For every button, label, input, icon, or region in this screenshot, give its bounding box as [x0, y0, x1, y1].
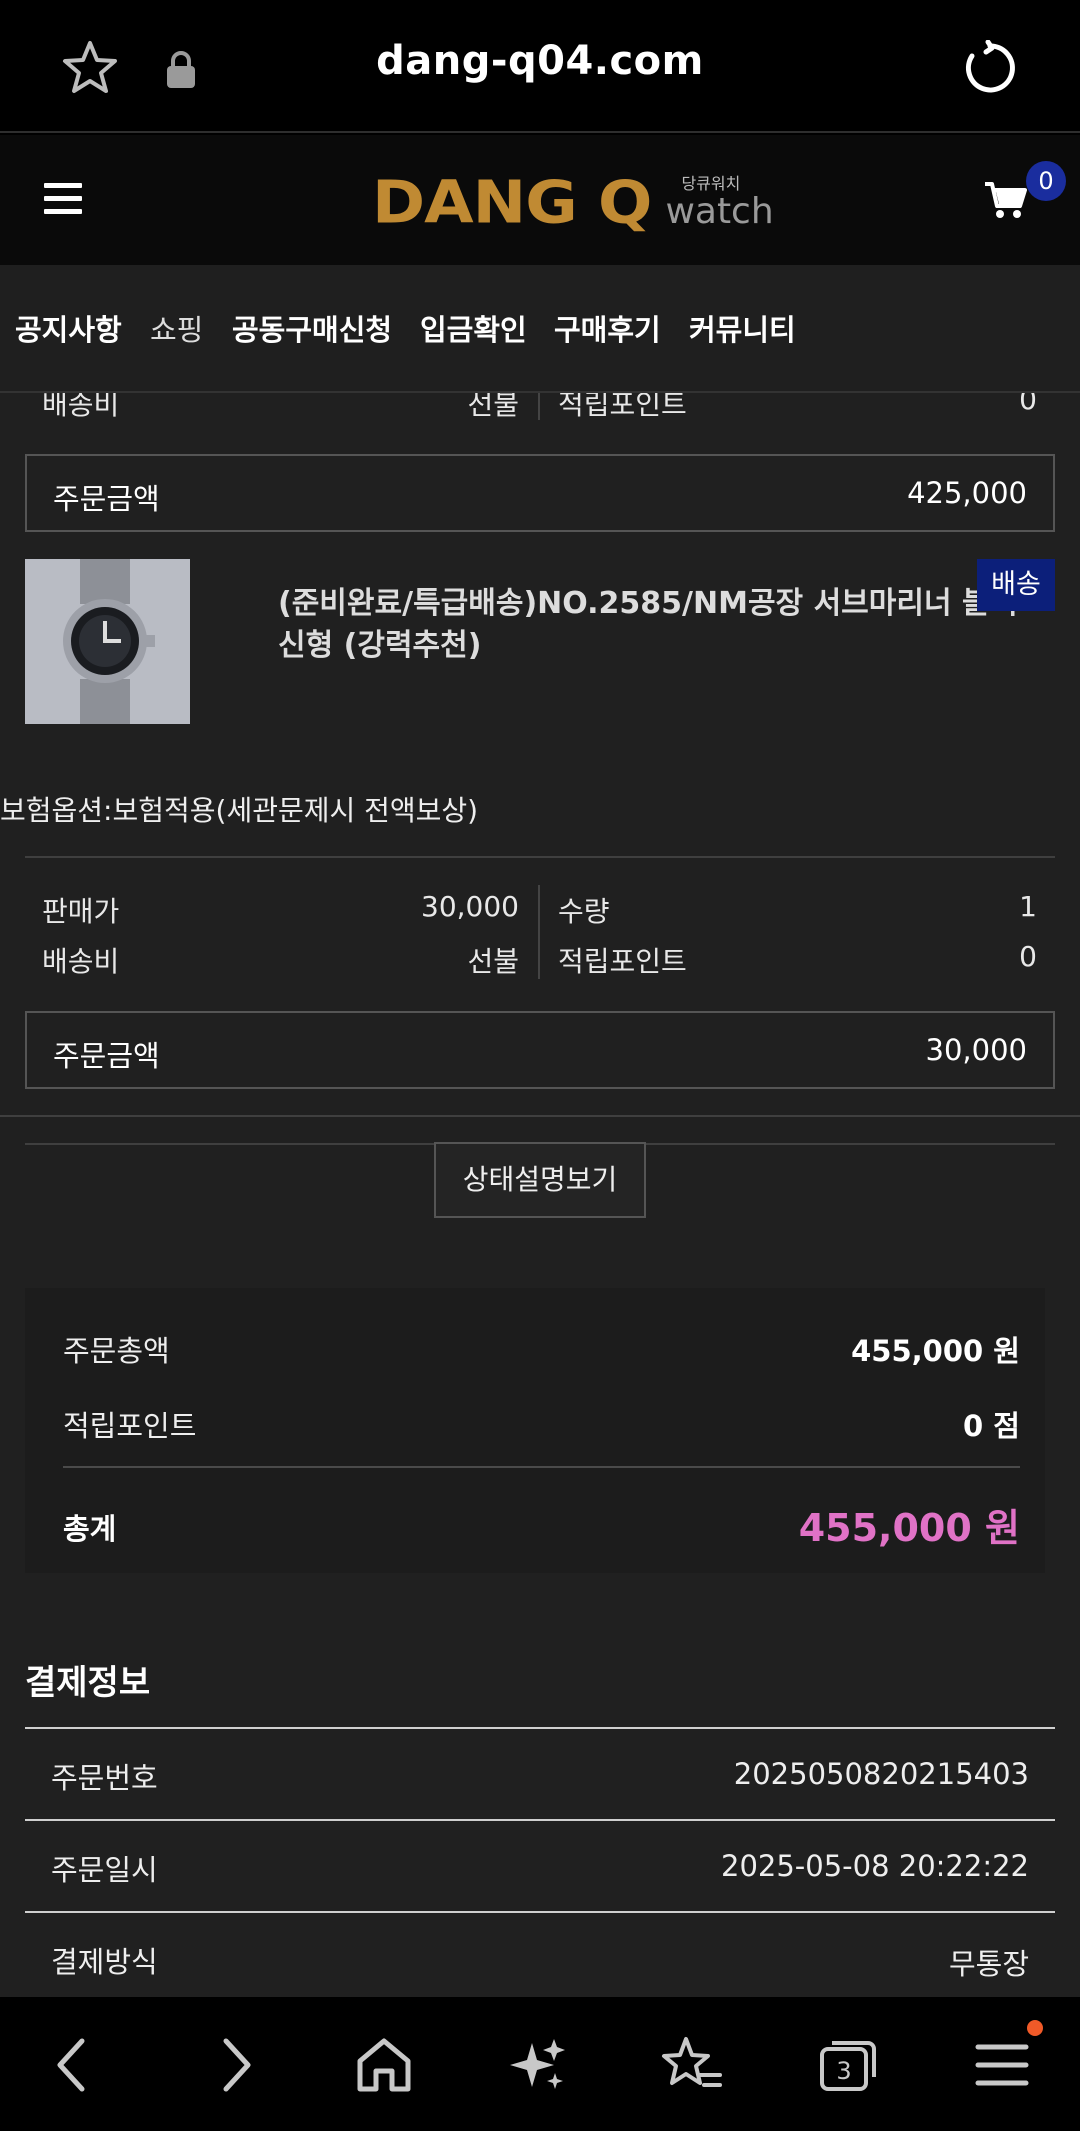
product-thumbnail[interactable]	[25, 559, 190, 724]
item1-order-amount-label: 주문금액	[53, 482, 160, 516]
payment-row-order-date: 주문일시 2025-05-08 20:22:22	[25, 1819, 1055, 1911]
payment-info-table: 주문번호 2025050820215403 주문일시 2025-05-08 20…	[25, 1727, 1055, 1997]
back-icon[interactable]	[42, 2033, 106, 2097]
payment-row-label: 주문일시	[51, 1853, 158, 1887]
payment-row-value: 2025-05-08 20:22:22	[721, 1849, 1029, 1883]
divider	[538, 393, 540, 420]
item2-price-label: 판매가	[42, 895, 120, 928]
order-detail-content: 배송비 선불 적립포인트 0 주문금액 425,000 (준비완료/특급배송)N…	[0, 393, 1080, 1997]
item2-qty-value: 1	[1019, 890, 1037, 923]
cart-count-badge: 0	[1026, 161, 1066, 201]
summary-points-value: 0 점	[963, 1409, 1020, 1443]
item2-qty-label: 수량	[558, 895, 610, 928]
divider	[25, 856, 1055, 858]
item1-order-amount-value: 425,000	[907, 476, 1027, 510]
nav-item-shopping[interactable]: 쇼핑	[150, 307, 203, 349]
item1-shipping-value: 선불	[467, 393, 519, 421]
main-nav: 공지사항 쇼핑 공동구매신청 입금확인 구매후기 커뮤니티	[0, 265, 1080, 393]
sparkle-icon[interactable]	[506, 2033, 570, 2097]
divider	[63, 1466, 1020, 1468]
insurance-option: 보험옵션:보험적용(세관문제시 전액보상)	[0, 794, 479, 827]
cart-icon[interactable]	[984, 180, 1028, 220]
item2-shipping-value: 선불	[467, 945, 519, 978]
item2-points-label: 적립포인트	[558, 945, 687, 978]
url-text[interactable]: dang-q04.com	[0, 38, 1080, 84]
nav-item-group-buy[interactable]: 공동구매신청	[232, 307, 392, 349]
item1-order-amount-box: 주문금액 425,000	[25, 454, 1055, 532]
shipping-badge: 배송	[977, 559, 1055, 611]
payment-row-value: 2025050820215403	[733, 1757, 1029, 1791]
item1-points-label: 적립포인트	[558, 393, 687, 421]
site-header: DANG Q 당큐워치 watch 0	[0, 135, 1080, 265]
order-summary: 주문총액 455,000 원 적립포인트 0 점 총계 455,000 원	[25, 1288, 1045, 1573]
divider	[0, 1115, 1080, 1117]
nav-item-notice[interactable]: 공지사항	[15, 307, 122, 349]
logo-sub-en: watch	[665, 191, 774, 232]
summary-points-label: 적립포인트	[63, 1409, 197, 1443]
notification-dot	[1027, 2020, 1043, 2036]
reload-icon[interactable]	[962, 40, 1018, 96]
item2-price-value: 30,000	[421, 890, 519, 923]
divider	[538, 885, 540, 979]
nav-item-reviews[interactable]: 구매후기	[554, 307, 661, 349]
status-description-button[interactable]: 상태설명보기	[434, 1142, 646, 1218]
nav-item-community[interactable]: 커뮤니티	[689, 307, 796, 349]
menu-icon[interactable]	[970, 2033, 1034, 2097]
payment-row-label: 주문번호	[51, 1761, 158, 1795]
order-total-label: 주문총액	[63, 1334, 170, 1368]
item2-points-value: 0	[1019, 940, 1037, 973]
payment-row-label: 결제방식	[51, 1945, 158, 1979]
logo-brand: DANG Q	[372, 168, 652, 238]
logo-sub-kr: 당큐워치	[681, 174, 741, 193]
home-icon[interactable]	[352, 2033, 416, 2097]
item1-points-value: 0	[1019, 393, 1037, 416]
nav-item-deposit-check[interactable]: 입금확인	[420, 307, 527, 349]
item2-order-amount-value: 30,000	[925, 1033, 1027, 1067]
tab-count: 3	[836, 2057, 851, 2085]
grand-total-value: 455,000 원	[798, 1506, 1020, 1550]
forward-icon[interactable]	[202, 2033, 266, 2097]
item2-shipping-label: 배송비	[42, 945, 120, 978]
item2-order-amount-box: 주문금액 30,000	[25, 1011, 1055, 1089]
browser-address-bar: dang-q04.com	[0, 0, 1080, 133]
bookmarks-icon[interactable]	[660, 2033, 724, 2097]
product-name[interactable]: (준비완료/특급배송)NO.2585/NM공장 서브마리너 블랙 신형 (강력추…	[278, 583, 1038, 667]
item2-order-amount-label: 주문금액	[53, 1039, 160, 1073]
payment-info-title: 결제정보	[25, 1663, 151, 1703]
payment-row-value: 무통장	[948, 1947, 1029, 1981]
order-total-value: 455,000 원	[851, 1334, 1020, 1368]
grand-total-label: 총계	[63, 1512, 117, 1546]
browser-bottom-bar: 3	[0, 1997, 1080, 2131]
payment-row-method: 결제방식 무통장	[25, 1911, 1055, 1997]
hamburger-icon[interactable]	[44, 183, 82, 215]
logo-sub: 당큐워치 watch	[665, 176, 773, 230]
payment-row-order-number: 주문번호 2025050820215403	[25, 1727, 1055, 1819]
item1-shipping-label: 배송비	[42, 393, 120, 421]
site-logo[interactable]: DANG Q 당큐워치 watch	[372, 165, 774, 241]
tabs-icon[interactable]: 3	[816, 2033, 880, 2097]
